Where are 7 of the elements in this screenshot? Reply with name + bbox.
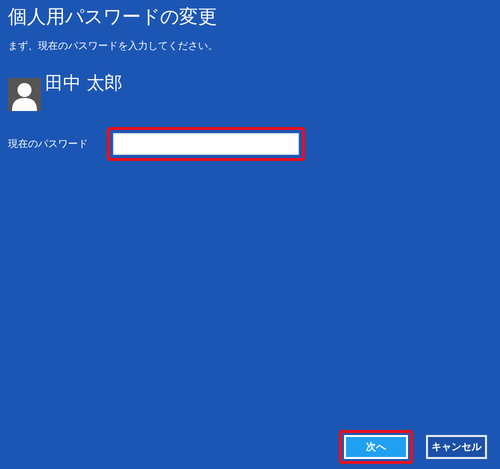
cancel-button[interactable]: キャンセル (426, 435, 487, 459)
avatar-icon (8, 78, 41, 111)
user-name: 田中 太郎 (45, 72, 123, 96)
page-title: 個人用パスワードの変更 (8, 5, 218, 30)
field-label: 現在のパスワード (8, 138, 89, 151)
instruction-text: まず、現在のパスワードを入力してください。 (8, 40, 219, 54)
password-field[interactable] (113, 133, 299, 155)
